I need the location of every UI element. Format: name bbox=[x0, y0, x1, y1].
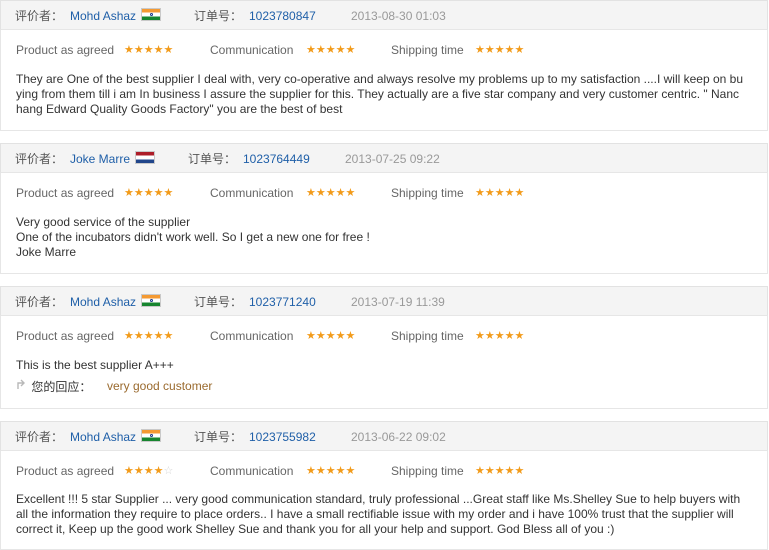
review-text: This is the best supplier A+++ bbox=[16, 358, 174, 372]
india-flag-icon bbox=[141, 8, 161, 21]
order-number-link[interactable]: 1023780847 bbox=[249, 8, 316, 24]
rating-communication-label: Communication bbox=[210, 329, 294, 343]
reply-text: very good customer bbox=[107, 379, 213, 393]
review-date: 2013-07-25 09:22 bbox=[345, 152, 440, 166]
review-text: Excellent !!! 5 star Supplier ... very g… bbox=[16, 492, 741, 536]
order-number-link[interactable]: 1023771240 bbox=[249, 294, 316, 310]
star-rating-icons: ★★★★★ bbox=[475, 44, 525, 56]
star-rating-icons: ★★★★★ bbox=[475, 465, 525, 477]
review-body: Product as agreed ★★★★★ Communication ★★… bbox=[0, 30, 768, 131]
empty-star-icon: ☆ bbox=[163, 465, 174, 477]
netherlands-flag-icon bbox=[135, 151, 155, 164]
star-rating-icons: ★★★★★ bbox=[475, 330, 525, 342]
order-label: 订单号： bbox=[188, 152, 237, 166]
rating-shipping-label: Shipping time bbox=[391, 43, 464, 57]
star-rating-icons: ★★★★★ bbox=[124, 44, 174, 56]
rating-communication: Communication ★★★★★ bbox=[210, 185, 355, 201]
star-rating-icons: ★★★★★ bbox=[306, 44, 356, 56]
review-header: 评价者： Mohd Ashaz 订单号： 1023780847 2013-08-… bbox=[0, 0, 768, 30]
filled-stars: ★★★★ bbox=[124, 465, 164, 477]
review-card: 评价者： Mohd Ashaz 订单号： 1023755982 2013-06-… bbox=[0, 421, 768, 550]
rating-shipping-label: Shipping time bbox=[391, 464, 464, 478]
review-card: 评价者： Mohd Ashaz 订单号： 1023780847 2013-08-… bbox=[0, 0, 768, 131]
rating-shipping: Shipping time ★★★★★ bbox=[391, 328, 524, 344]
review-date: 2013-06-22 09:02 bbox=[351, 430, 446, 444]
rating-shipping-label: Shipping time bbox=[391, 186, 464, 200]
reviewer-label: 评价者： bbox=[15, 430, 64, 444]
review-header: 评价者： Joke Marre 订单号： 1023764449 2013-07-… bbox=[0, 143, 768, 173]
star-rating-icons: ★★★★★ bbox=[306, 330, 356, 342]
star-rating-icons: ★★★★★ bbox=[124, 330, 174, 342]
rating-shipping: Shipping time ★★★★★ bbox=[391, 463, 524, 479]
star-rating-icons: ★★★★★ bbox=[475, 187, 525, 199]
rating-product-label: Product as agreed bbox=[16, 329, 115, 343]
rating-product: Product as agreed ★★★★★ bbox=[16, 185, 173, 201]
star-rating-icons: ★★★★★ bbox=[306, 187, 356, 199]
order-number-link[interactable]: 1023764449 bbox=[243, 151, 310, 167]
india-flag-icon bbox=[141, 429, 161, 442]
rating-product: Product as agreed ★★★★☆ bbox=[16, 463, 173, 479]
reviewer-name-link[interactable]: Mohd Ashaz bbox=[70, 429, 136, 445]
rating-shipping: Shipping time ★★★★★ bbox=[391, 185, 524, 201]
rating-shipping-label: Shipping time bbox=[391, 329, 464, 343]
review-text: Very good service of the supplier One of… bbox=[16, 215, 370, 259]
rating-product: Product as agreed ★★★★★ bbox=[16, 328, 173, 344]
review-body: Product as agreed ★★★★☆ Communication ★★… bbox=[0, 451, 768, 550]
review-header: 评价者： Mohd Ashaz 订单号： 1023771240 2013-07-… bbox=[0, 286, 768, 316]
order-label: 订单号： bbox=[194, 9, 243, 23]
review-body: Product as agreed ★★★★★ Communication ★★… bbox=[0, 316, 768, 409]
rating-communication: Communication ★★★★★ bbox=[210, 463, 355, 479]
review-date: 2013-08-30 01:03 bbox=[351, 9, 446, 23]
reviewer-label: 评价者： bbox=[15, 9, 64, 23]
review-card: 评价者： Joke Marre 订单号： 1023764449 2013-07-… bbox=[0, 143, 768, 274]
rating-communication-label: Communication bbox=[210, 464, 294, 478]
star-rating-icons: ★★★★★ bbox=[124, 187, 174, 199]
star-rating-icons: ★★★★★ bbox=[306, 465, 356, 477]
reviewer-label: 评价者： bbox=[15, 152, 64, 166]
reply-label: 您的回应： bbox=[31, 380, 92, 394]
seller-reply: 您的回应： very good customer bbox=[16, 379, 212, 395]
rating-product-label: Product as agreed bbox=[16, 43, 115, 57]
reviewer-name-link[interactable]: Mohd Ashaz bbox=[70, 8, 136, 24]
review-date: 2013-07-19 11:39 bbox=[351, 295, 445, 309]
review-text: They are One of the best supplier I deal… bbox=[16, 72, 744, 116]
review-card: 评价者： Mohd Ashaz 订单号： 1023771240 2013-07-… bbox=[0, 286, 768, 409]
rating-communication-label: Communication bbox=[210, 186, 294, 200]
order-label: 订单号： bbox=[194, 430, 243, 444]
reply-arrow-icon bbox=[16, 379, 31, 394]
rating-product: Product as agreed ★★★★★ bbox=[16, 42, 173, 58]
rating-shipping: Shipping time ★★★★★ bbox=[391, 42, 524, 58]
rating-communication: Communication ★★★★★ bbox=[210, 42, 355, 58]
reviewer-label: 评价者： bbox=[15, 295, 64, 309]
order-label: 订单号： bbox=[194, 295, 243, 309]
india-flag-icon bbox=[141, 294, 161, 307]
order-number-link[interactable]: 1023755982 bbox=[249, 429, 316, 445]
review-header: 评价者： Mohd Ashaz 订单号： 1023755982 2013-06-… bbox=[0, 421, 768, 451]
rating-product-label: Product as agreed bbox=[16, 464, 115, 478]
reviewer-name-link[interactable]: Mohd Ashaz bbox=[70, 294, 136, 310]
star-rating-icons: ★★★★☆ bbox=[124, 463, 173, 479]
rating-communication: Communication ★★★★★ bbox=[210, 328, 355, 344]
review-body: Product as agreed ★★★★★ Communication ★★… bbox=[0, 173, 768, 274]
rating-product-label: Product as agreed bbox=[16, 186, 115, 200]
reviewer-name-link[interactable]: Joke Marre bbox=[70, 151, 130, 167]
rating-communication-label: Communication bbox=[210, 43, 294, 57]
